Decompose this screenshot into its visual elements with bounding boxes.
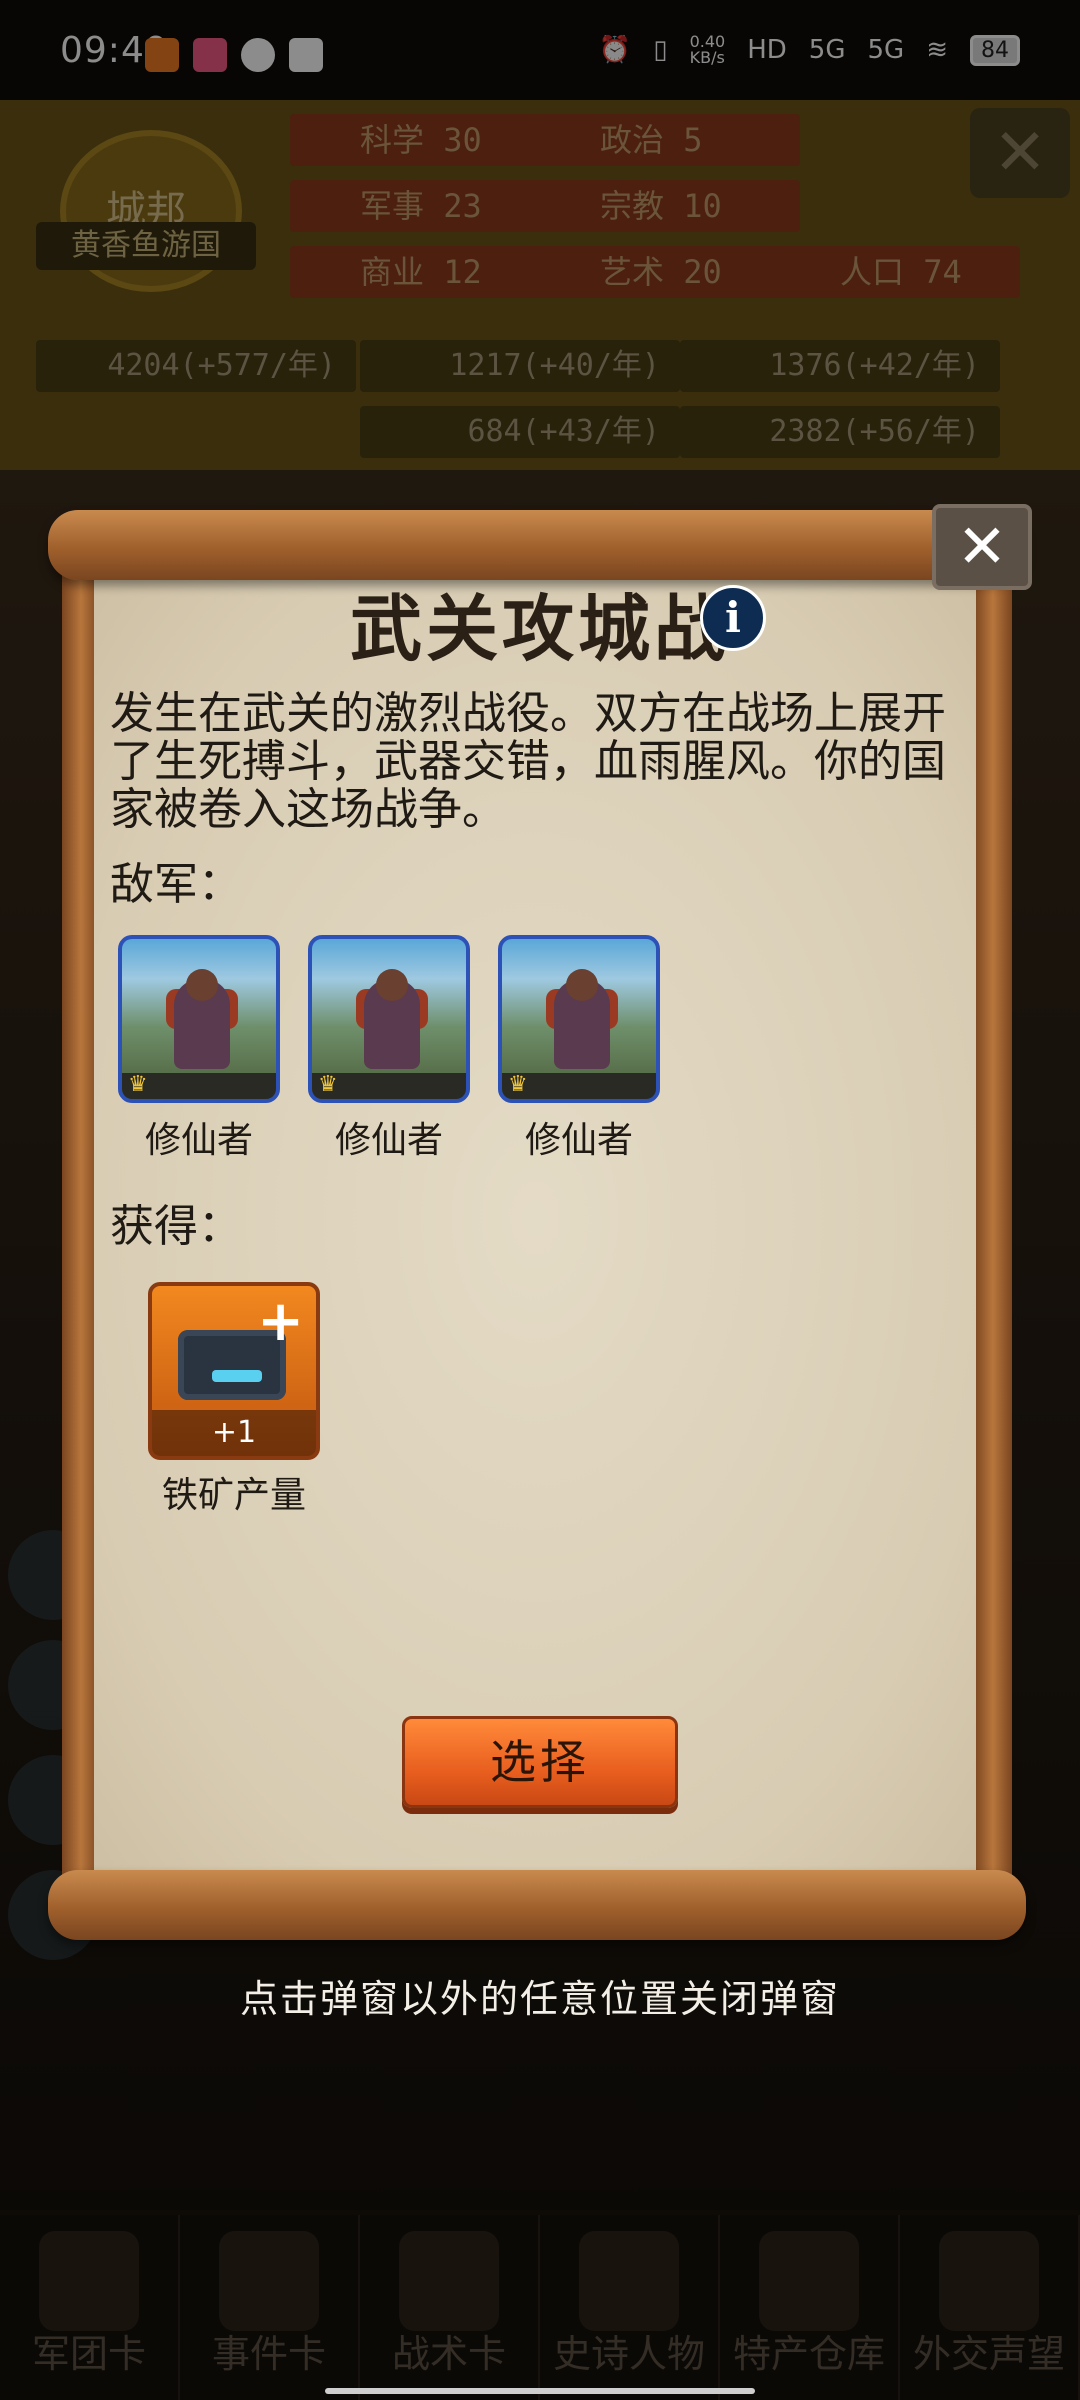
enemy-card[interactable]: ♛ 修仙者	[118, 935, 280, 1163]
scroll-edge	[974, 542, 1012, 1902]
reward-card[interactable]: + +1 铁矿产量	[148, 1282, 320, 1518]
enemy-card[interactable]: ♛ 修仙者	[498, 935, 660, 1163]
crown-icon: ♛	[508, 1072, 528, 1097]
enemy-card[interactable]: ♛ 修仙者	[308, 935, 470, 1163]
enemy-portrait: ♛	[498, 935, 660, 1103]
close-hint: 点击弹窗以外的任意位置关闭弹窗	[239, 1977, 840, 2021]
reward-count: +1	[152, 1410, 316, 1456]
dialog-title: 武关攻城战	[349, 587, 730, 671]
choose-button[interactable]: 选择	[402, 1716, 678, 1808]
crown-icon: ♛	[318, 1072, 338, 1097]
event-description: 发生在武关的激烈战役。双方在战场上展开了生死搏斗，武器交错，血雨腥风。你的国家被…	[110, 688, 946, 835]
home-indicator[interactable]	[325, 2388, 755, 2394]
enemy-name: 修仙者	[524, 1120, 633, 1161]
enemy-name: 修仙者	[144, 1120, 253, 1161]
reward-section-label: 获得：	[110, 1201, 242, 1252]
plus-icon: +	[257, 1289, 304, 1354]
enemy-portrait: ♛	[308, 935, 470, 1103]
iron-mine-icon: + +1	[148, 1282, 320, 1460]
info-icon[interactable]: i	[700, 585, 766, 651]
scroll-roll-bottom	[48, 1870, 1026, 1940]
crown-icon: ♛	[128, 1072, 148, 1097]
reward-name: 铁矿产量	[161, 1475, 306, 1516]
enemy-section-label: 敌军：	[110, 859, 242, 910]
enemy-portrait: ♛	[118, 935, 280, 1103]
enemy-name: 修仙者	[334, 1120, 443, 1161]
